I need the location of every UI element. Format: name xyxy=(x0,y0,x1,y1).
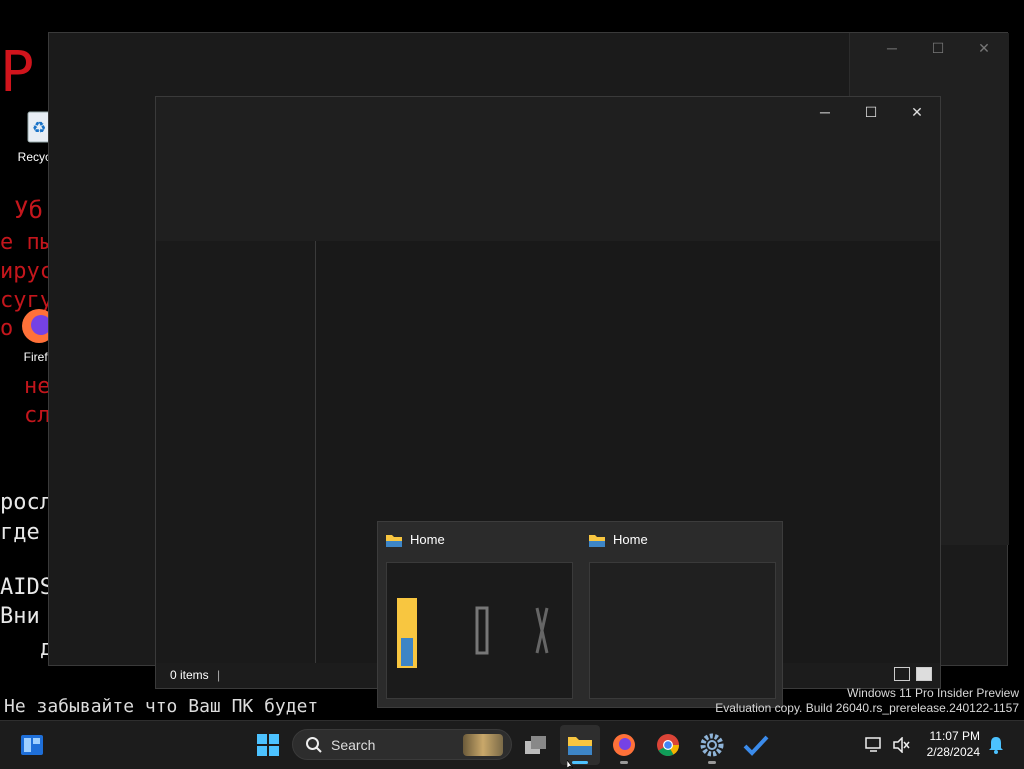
tray-clock[interactable]: 11:07 PM 2/28/2024 xyxy=(927,728,980,760)
wallpaper-fragment: Р xyxy=(0,40,34,105)
running-indicator xyxy=(620,761,628,764)
svg-text:♻: ♻ xyxy=(32,120,46,137)
folder-icon xyxy=(589,534,605,547)
taskbar-chrome[interactable] xyxy=(648,725,688,765)
maximize-icon: ☐ xyxy=(864,103,878,120)
widgets-button[interactable] xyxy=(12,725,52,765)
wallpaper-line: росл xyxy=(0,490,53,515)
search-label: Search xyxy=(331,736,376,753)
search-highlight-icon xyxy=(463,734,503,756)
close-button[interactable]: ✕ xyxy=(894,97,940,127)
wallpaper-line: е пы xyxy=(0,230,53,255)
taskbar-settings[interactable] xyxy=(692,725,732,765)
folder-icon xyxy=(386,534,402,547)
taskbar-thumbnail-preview: Home Home xyxy=(377,521,783,708)
windows-logo-icon xyxy=(257,734,279,756)
volume-muted-icon xyxy=(893,737,910,753)
maximize-button[interactable]: ☐ xyxy=(848,97,894,127)
wallpaper-line: не xyxy=(24,374,51,399)
minimize-icon: ─ xyxy=(820,104,830,120)
taskbar-file-explorer[interactable] xyxy=(560,725,600,765)
network-icon xyxy=(865,737,881,752)
status-divider: | xyxy=(217,668,221,682)
wallpaper-line: сл xyxy=(24,403,51,428)
clock-date: 2/28/2024 xyxy=(926,745,980,759)
task-view-icon xyxy=(525,736,546,754)
notifications-button[interactable] xyxy=(980,725,1012,765)
firefox-icon xyxy=(613,734,635,756)
search-icon xyxy=(306,736,322,753)
clock-time: 11:07 PM xyxy=(929,729,980,743)
task-view-button[interactable] xyxy=(516,725,556,765)
windows-watermark-line1: Windows 11 Pro Insider Preview xyxy=(847,686,1019,700)
minimize-button[interactable]: ─ xyxy=(869,33,915,63)
wallpaper-bottom-line: Не забывайте что Ваш ПК будет xyxy=(4,696,319,717)
taskbar: Search 11:07 PM 2/28/2024 xyxy=(0,720,1024,769)
details-view-button[interactable] xyxy=(894,667,910,681)
thumbnail-title: Home xyxy=(410,532,445,547)
widgets-icon xyxy=(21,735,43,755)
gear-icon xyxy=(700,733,724,757)
close-button[interactable]: ✕ xyxy=(961,33,1007,63)
search-box[interactable]: Search xyxy=(292,729,512,760)
thumbnail-image xyxy=(589,562,776,699)
windows-watermark-line2: Evaluation copy. Build 26040.rs_prerelea… xyxy=(715,701,1019,715)
maximize-button[interactable]: ☐ xyxy=(915,33,961,63)
taskbar-firefox[interactable] xyxy=(604,725,644,765)
wallpaper-line: Уб xyxy=(14,196,43,224)
close-icon: ✕ xyxy=(978,39,990,56)
chrome-icon xyxy=(657,734,679,756)
thumbnail-2[interactable]: Home xyxy=(581,522,784,709)
tiles-view-button[interactable] xyxy=(916,667,932,681)
wallpaper-line: Вни xyxy=(0,604,40,629)
start-button[interactable] xyxy=(248,725,288,765)
mouse-cursor-icon xyxy=(567,760,574,768)
wallpaper-line: AIDS xyxy=(0,575,53,600)
minimize-icon: ─ xyxy=(887,40,897,56)
running-indicator xyxy=(708,761,716,764)
bell-icon xyxy=(989,737,1003,754)
navigation-pane[interactable] xyxy=(156,241,316,665)
thumbnail-title: Home xyxy=(613,532,648,547)
tray-volume[interactable] xyxy=(884,725,920,765)
thumbnail-1[interactable]: Home xyxy=(378,522,581,709)
checkmark-icon xyxy=(743,735,769,756)
thumbnail-image xyxy=(386,562,573,699)
close-icon: ✕ xyxy=(911,103,923,120)
maximize-icon: ☐ xyxy=(931,39,945,56)
wallpaper-line: где xyxy=(0,520,40,545)
minimize-button[interactable]: ─ xyxy=(802,97,848,127)
item-count: 0 items xyxy=(170,668,209,682)
file-explorer-icon xyxy=(568,737,592,755)
taskbar-todo[interactable] xyxy=(736,725,776,765)
wallpaper-line: ирус xyxy=(0,259,53,284)
